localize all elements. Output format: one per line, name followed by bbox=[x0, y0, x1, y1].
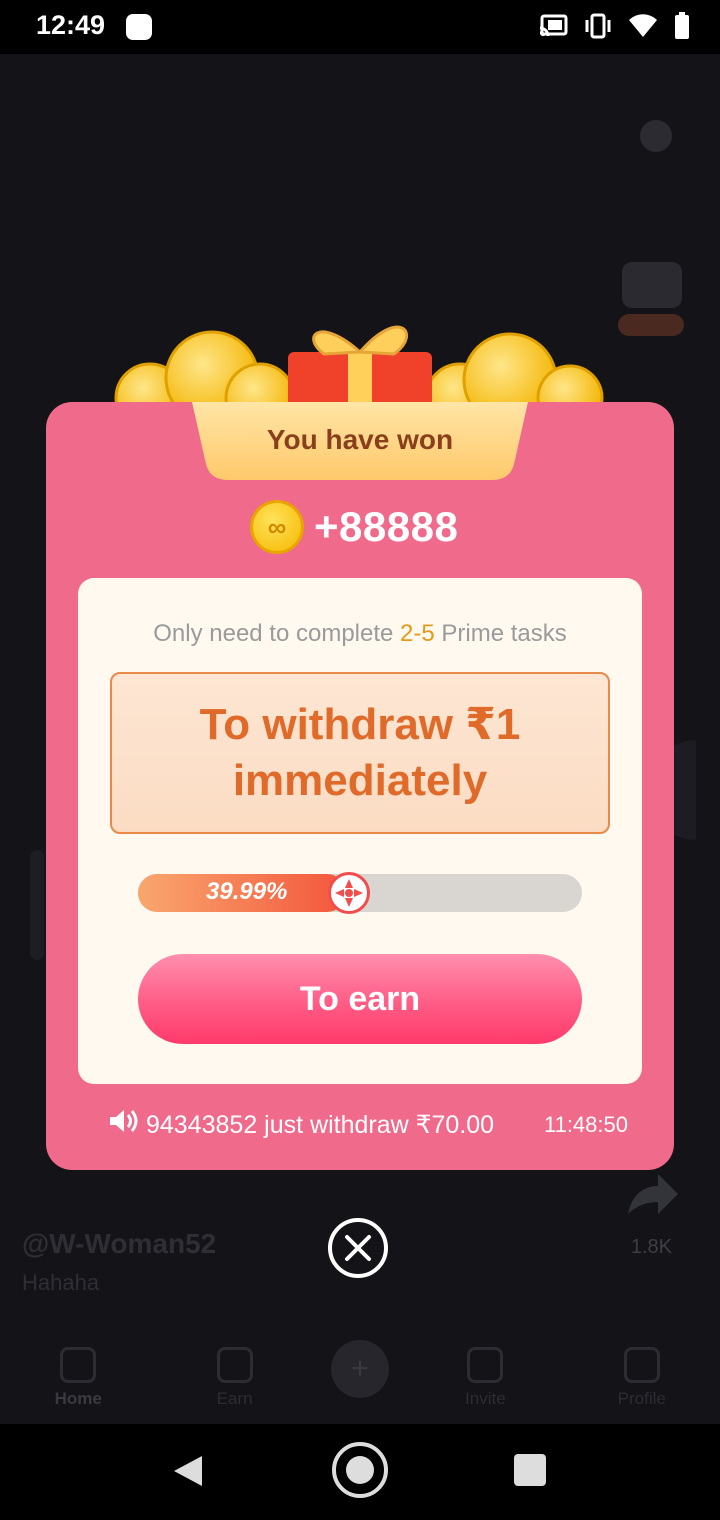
background-shape bbox=[30, 850, 44, 960]
battery-icon bbox=[674, 12, 690, 40]
task-card: Only need to complete 2-5 Prime tasks To… bbox=[78, 578, 642, 1084]
recent-apps-icon[interactable] bbox=[514, 1454, 546, 1486]
share-icon bbox=[628, 1174, 678, 1214]
reward-amount: +88888 bbox=[314, 503, 459, 550]
withdraw-ticker: 94343852 just withdraw ₹70.00 11:48:50 bbox=[108, 1108, 628, 1141]
create-plus-icon: + bbox=[330, 1340, 389, 1398]
close-icon bbox=[345, 1235, 371, 1261]
home-button-icon[interactable] bbox=[332, 1442, 388, 1498]
follow-badge bbox=[618, 314, 684, 336]
coin-icon: ∞ bbox=[250, 500, 304, 554]
system-nav-bar bbox=[0, 1424, 720, 1520]
invite-user-icon bbox=[467, 1347, 504, 1383]
to-earn-button[interactable]: To earn bbox=[138, 954, 582, 1044]
notification-dot-icon bbox=[126, 14, 152, 40]
task-range: 2-5 bbox=[400, 620, 435, 647]
search-icon bbox=[640, 120, 672, 152]
bottom-nav: Home Earn + Invite Profile bbox=[0, 1332, 720, 1424]
share-count: 1.8K bbox=[630, 1236, 672, 1258]
reward-row: ∞ +88888 bbox=[250, 500, 458, 554]
nav-profile: Profile bbox=[582, 1347, 702, 1409]
close-button[interactable] bbox=[328, 1218, 388, 1278]
withdraw-text: To withdraw ₹1 immediately bbox=[199, 700, 521, 805]
task-description: Only need to complete 2-5 Prime tasks bbox=[153, 620, 567, 647]
video-username: @W-Woman52 bbox=[22, 1228, 217, 1259]
profile-icon bbox=[623, 1347, 660, 1383]
withdraw-box: To withdraw ₹1 immediately bbox=[110, 672, 610, 834]
progress-label: 39.99% bbox=[206, 878, 288, 905]
status-bar: 12:49 bbox=[0, 0, 720, 54]
nav-invite: Invite bbox=[425, 1347, 545, 1409]
ticker-time: 11:48:50 bbox=[543, 1111, 628, 1137]
wallet-icon bbox=[216, 1347, 253, 1383]
ticker-message: 94343852 just withdraw ₹70.00 bbox=[146, 1110, 495, 1139]
speaker-icon bbox=[108, 1108, 140, 1141]
video-caption: Hahaha bbox=[22, 1270, 100, 1295]
progress-knob-icon bbox=[328, 872, 370, 914]
back-icon[interactable] bbox=[172, 1454, 204, 1488]
home-icon bbox=[60, 1347, 97, 1383]
banner-title: You have won bbox=[266, 424, 454, 455]
nav-home: Home bbox=[18, 1347, 138, 1409]
vibrate-icon bbox=[584, 13, 612, 39]
wifi-icon bbox=[628, 14, 658, 38]
creator-avatar bbox=[622, 262, 682, 308]
coins-gift-decoration bbox=[114, 325, 604, 416]
cast-icon bbox=[538, 14, 568, 38]
nav-earn: Earn bbox=[175, 1347, 295, 1409]
status-time: 12:49 bbox=[36, 10, 106, 40]
progress-bar: 39.99% bbox=[138, 872, 582, 914]
